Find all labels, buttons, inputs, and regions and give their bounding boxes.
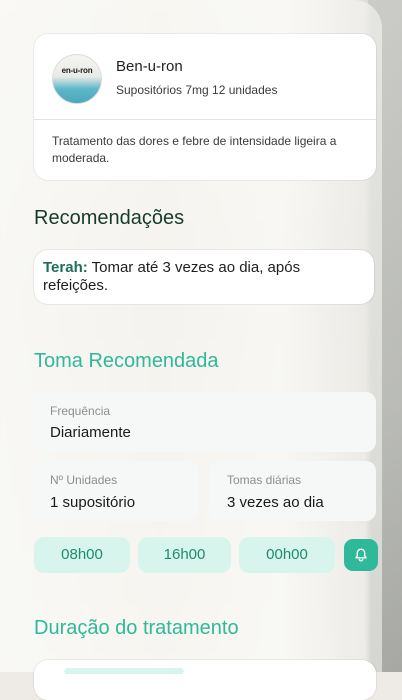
- duration-card[interactable]: [34, 660, 376, 700]
- daily-doses-value: 3 vezes ao dia: [227, 494, 324, 511]
- units-label: Nº Unidades: [50, 473, 118, 487]
- product-subtitle: Supositórios 7mg 12 unidades: [116, 83, 278, 97]
- recommendation-card: Terah: Tomar até 3 vezes ao dia, após re…: [34, 250, 374, 304]
- product-description: Tratamento das dores e febre de intensid…: [52, 134, 337, 165]
- recommendations-title: Recomendações: [34, 207, 185, 229]
- medication-sheet: en-u-ron Ben-u-ron Supositórios 7mg 12 u…: [0, 0, 382, 700]
- product-thumbnail: en-u-ron: [52, 54, 102, 104]
- product-name: Ben-u-ron: [116, 58, 183, 75]
- time-chip-1[interactable]: 08h00: [34, 537, 130, 573]
- time-chip-2[interactable]: 16h00: [138, 537, 231, 573]
- units-field[interactable]: Nº Unidades 1 supositório: [34, 461, 199, 521]
- frequency-label: Frequência: [50, 404, 111, 418]
- recommendation-source: Terah:: [43, 259, 88, 276]
- divider: [34, 119, 376, 120]
- recommendation-text: Terah: Tomar até 3 vezes ao dia, após re…: [43, 259, 363, 295]
- product-card[interactable]: en-u-ron Ben-u-ron Supositórios 7mg 12 u…: [34, 34, 376, 180]
- daily-doses-field[interactable]: Tomas diárias 3 vezes ao dia: [209, 461, 376, 521]
- reminder-button[interactable]: [344, 539, 378, 571]
- duration-indicator: [64, 668, 184, 674]
- daily-doses-label: Tomas diárias: [227, 473, 302, 487]
- duration-title: Duração do tratamento: [34, 617, 239, 639]
- time-chip-3[interactable]: 00h00: [239, 537, 335, 573]
- bell-icon: [355, 548, 367, 562]
- frequency-value: Diariamente: [50, 424, 131, 441]
- units-value: 1 supositório: [50, 494, 136, 511]
- frequency-field[interactable]: Frequência Diariamente: [34, 392, 376, 452]
- thumbnail-text: en-u-ron: [61, 66, 93, 75]
- dose-title: Toma Recomendada: [34, 350, 219, 372]
